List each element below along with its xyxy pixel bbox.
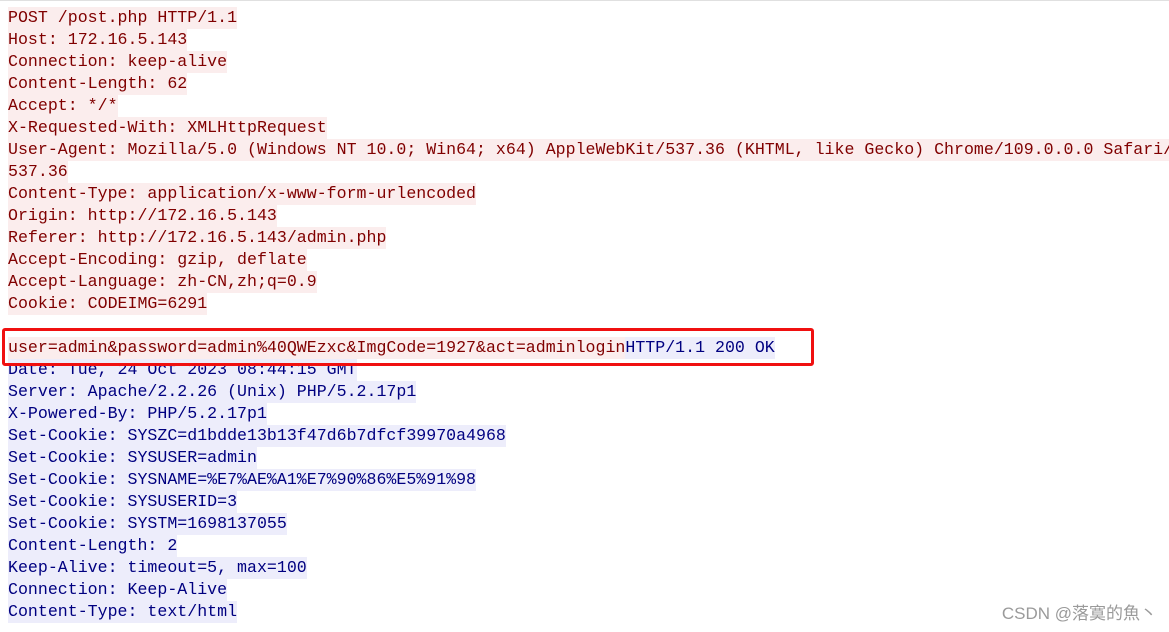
- stream-line: Server: Apache/2.2.26 (Unix) PHP/5.2.17p…: [8, 381, 1169, 403]
- stream-line: Set-Cookie: SYSUSERID=3: [8, 491, 1169, 513]
- stream-line: Referer: http://172.16.5.143/admin.php: [8, 227, 1169, 249]
- request-text: Content-Length: 62: [8, 73, 188, 95]
- stream-line: Cookie: CODEIMG=6291: [8, 293, 1169, 315]
- stream-line: Set-Cookie: SYSUSER=admin: [8, 447, 1169, 469]
- stream-line: Content-Type: application/x-www-form-url…: [8, 183, 1169, 205]
- request-text: Cookie: CODEIMG=6291: [8, 293, 208, 315]
- stream-line: POST /post.php HTTP/1.1: [8, 7, 1169, 29]
- request-text: Referer: http://172.16.5.143/admin.php: [8, 227, 387, 249]
- stream-line: Origin: http://172.16.5.143: [8, 205, 1169, 227]
- stream-line: Content-Type: text/html: [8, 601, 1169, 623]
- request-text: Content-Type: application/x-www-form-url…: [8, 183, 477, 205]
- stream-line: Connection: keep-alive: [8, 51, 1169, 73]
- stream-line: Host: 172.16.5.143: [8, 29, 1169, 51]
- watermark: CSDN @落寞的魚丶: [1001, 604, 1157, 623]
- request-text: X-Requested-With: XMLHttpRequest: [8, 117, 327, 139]
- request-text: Origin: http://172.16.5.143: [8, 205, 277, 227]
- response-text: Content-Type: text/html: [8, 601, 238, 623]
- stream-line: Set-Cookie: SYSZC=d1bdde13b13f47d6b7dfcf…: [8, 425, 1169, 447]
- response-text: X-Powered-By: PHP/5.2.17p1: [8, 403, 267, 425]
- response-text: Keep-Alive: timeout=5, max=100: [8, 557, 307, 579]
- stream-line: Set-Cookie: SYSTM=1698137055: [8, 513, 1169, 535]
- request-text: Accept-Language: zh-CN,zh;q=0.9: [8, 271, 317, 293]
- stream-line: Accept-Language: zh-CN,zh;q=0.9: [8, 271, 1169, 293]
- response-text: Set-Cookie: SYSNAME=%E7%AE%A1%E7%90%86%E…: [8, 469, 477, 491]
- stream-line: Set-Cookie: SYSNAME=%E7%AE%A1%E7%90%86%E…: [8, 469, 1169, 491]
- stream-line: Accept-Encoding: gzip, deflate: [8, 249, 1169, 271]
- highlight-box: [2, 328, 814, 366]
- stream-line: Content-Length: 62: [8, 73, 1169, 95]
- response-text: Set-Cookie: SYSUSERID=3: [8, 491, 238, 513]
- stream-line: Keep-Alive: timeout=5, max=100: [8, 557, 1169, 579]
- request-text: Accept-Encoding: gzip, deflate: [8, 249, 307, 271]
- request-text: 537.36: [8, 161, 68, 183]
- response-text: Server: Apache/2.2.26 (Unix) PHP/5.2.17p…: [8, 381, 417, 403]
- stream-line: Connection: Keep-Alive: [8, 579, 1169, 601]
- stream-line: 537.36: [8, 161, 1169, 183]
- response-text: Connection: Keep-Alive: [8, 579, 228, 601]
- response-text: Set-Cookie: SYSUSER=admin: [8, 447, 257, 469]
- http-stream-text[interactable]: POST /post.php HTTP/1.1 Host: 172.16.5.14…: [8, 7, 1169, 623]
- response-text: Set-Cookie: SYSTM=1698137055: [8, 513, 287, 535]
- response-text: Set-Cookie: SYSZC=d1bdde13b13f47d6b7dfcf…: [8, 425, 506, 447]
- request-text: POST /post.php HTTP/1.1: [8, 7, 238, 29]
- request-text: Accept: */*: [8, 95, 118, 117]
- response-text: Content-Length: 2: [8, 535, 178, 557]
- stream-line: Content-Length: 2: [8, 535, 1169, 557]
- request-text: User-Agent: Mozilla/5.0 (Windows NT 10.0…: [8, 139, 1169, 161]
- request-text: Host: 172.16.5.143: [8, 29, 188, 51]
- stream-line: User-Agent: Mozilla/5.0 (Windows NT 10.0…: [8, 139, 1169, 161]
- stream-line: X-Powered-By: PHP/5.2.17p1: [8, 403, 1169, 425]
- stream-line: X-Requested-With: XMLHttpRequest: [8, 117, 1169, 139]
- stream-line: Accept: */*: [8, 95, 1169, 117]
- request-text: Connection: keep-alive: [8, 51, 228, 73]
